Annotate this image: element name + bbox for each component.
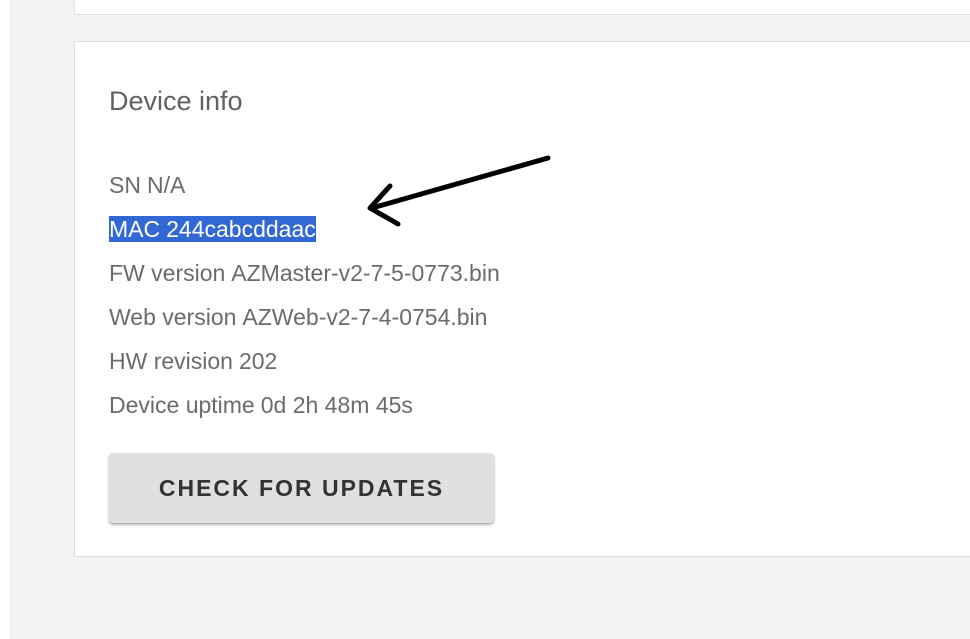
info-label: Device uptime bbox=[109, 392, 255, 418]
page: Device info SN N/A MAC 244cabcddaac FW ver… bbox=[0, 0, 970, 639]
info-label: MAC bbox=[109, 216, 161, 242]
info-value: N/A bbox=[146, 172, 186, 198]
info-value: AZWeb-v2-7-4-0754.bin bbox=[242, 304, 488, 330]
info-row-hw-revision: HW revision 202 bbox=[109, 346, 500, 390]
info-label: SN bbox=[109, 172, 141, 198]
info-label: HW revision bbox=[109, 348, 233, 374]
previous-card bbox=[74, 0, 970, 15]
info-label: FW version bbox=[109, 260, 226, 286]
check-for-updates-button[interactable]: CHECK FOR UPDATES bbox=[109, 453, 494, 523]
info-row-web-version: Web version AZWeb-v2-7-4-0754.bin bbox=[109, 302, 500, 346]
info-value: 202 bbox=[238, 348, 278, 374]
info-value[interactable]: 244cabcddaac bbox=[160, 216, 316, 242]
arrow-icon bbox=[367, 155, 551, 227]
info-row-device-uptime: Device uptime 0d 2h 48m 45s bbox=[109, 390, 500, 434]
info-row-fw-version: FW version AZMaster-v2-7-5-0773.bin bbox=[109, 258, 500, 302]
info-value: AZMaster-v2-7-5-0773.bin bbox=[231, 260, 500, 286]
device-info-card: Device info SN N/A MAC 244cabcddaac FW ver… bbox=[74, 41, 970, 557]
info-label: Web version bbox=[109, 304, 237, 330]
card-title: Device info bbox=[109, 86, 243, 116]
info-value: 0d 2h 48m 45s bbox=[260, 392, 413, 418]
